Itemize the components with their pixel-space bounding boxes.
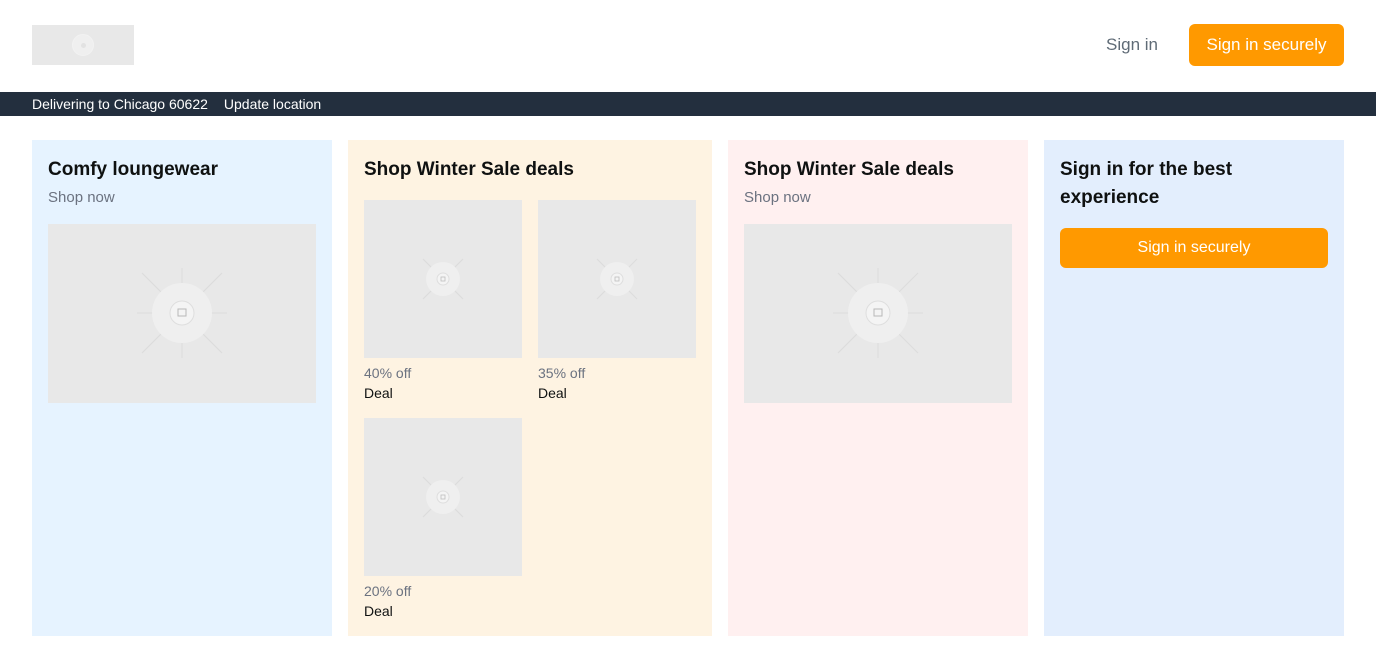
sign-in-link[interactable]: Sign in xyxy=(1096,24,1168,66)
deal-discount: 20% off xyxy=(364,583,412,599)
image-placeholder-icon xyxy=(72,34,94,56)
card-title: Comfy loungewear xyxy=(48,159,218,180)
card-comfy-loungewear: Comfy loungewear Shop now xyxy=(32,140,332,636)
sign-in-securely-button[interactable]: Sign in securely xyxy=(1189,24,1344,66)
card-title: Shop Winter Sale deals xyxy=(364,159,574,180)
sign-in-securely-button[interactable]: Sign in securely xyxy=(1060,228,1328,268)
deal-label: Deal xyxy=(364,603,393,619)
image-placeholder-icon xyxy=(422,258,464,300)
update-location-link[interactable]: Update location xyxy=(224,96,321,112)
deal-label: Deal xyxy=(364,385,393,401)
deal-label: Deal xyxy=(538,385,567,401)
deal-image[interactable] xyxy=(364,200,522,358)
deal-discount: 40% off xyxy=(364,365,412,381)
image-placeholder-icon xyxy=(596,258,638,300)
site-logo[interactable] xyxy=(32,25,134,65)
deal-image[interactable] xyxy=(538,200,696,358)
delivery-location-text: Delivering to Chicago 60622 xyxy=(32,96,208,112)
shop-now-link[interactable]: Shop now xyxy=(744,188,1012,208)
image-placeholder-icon xyxy=(137,268,227,358)
deal-item[interactable]: 20% off Deal xyxy=(364,418,522,620)
deal-discount: 35% off xyxy=(538,365,586,381)
deal-image[interactable] xyxy=(364,418,522,576)
deal-item[interactable]: 35% off Deal xyxy=(538,200,696,402)
image-placeholder-icon xyxy=(833,268,923,358)
card-title: Shop Winter Sale deals xyxy=(744,159,954,180)
product-image[interactable] xyxy=(744,224,1012,403)
card-winter-sale-deals: Shop Winter Sale deals 40% off Deal 35% … xyxy=(348,140,712,636)
image-placeholder-icon xyxy=(422,476,464,518)
card-title: Sign in for the best experience xyxy=(1060,159,1233,208)
site-header: Sign in Sign in securely xyxy=(0,0,1376,92)
product-image[interactable] xyxy=(48,224,316,403)
card-sign-in: Sign in for the best experience Sign in … xyxy=(1044,140,1344,636)
location-bar: Delivering to Chicago 60622 Update locat… xyxy=(0,92,1376,116)
card-winter-sale-shop: Shop Winter Sale deals Shop now xyxy=(728,140,1028,636)
shop-now-link[interactable]: Shop now xyxy=(48,188,316,208)
deal-item[interactable]: 40% off Deal xyxy=(364,200,522,402)
